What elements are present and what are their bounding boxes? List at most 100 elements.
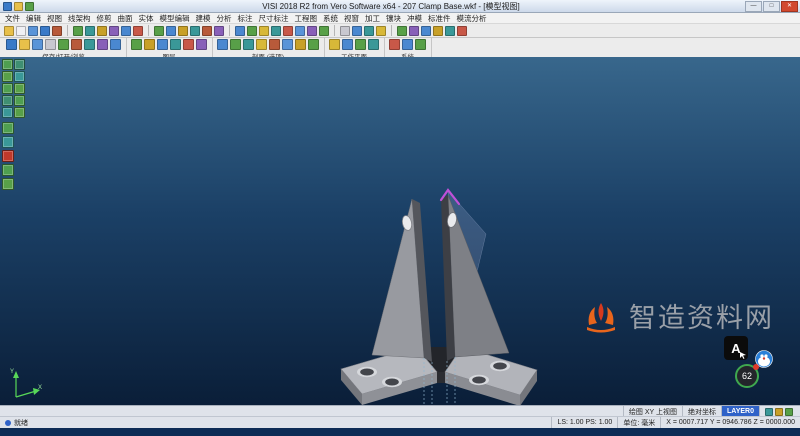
toolbar-icon[interactable]: [340, 26, 350, 36]
toolbar-icon[interactable]: [364, 26, 374, 36]
toolbar-icon[interactable]: [45, 39, 56, 50]
minimize-button[interactable]: —: [745, 1, 762, 12]
palette-icon[interactable]: [2, 59, 13, 70]
toolbar-icon[interactable]: [415, 39, 426, 50]
menu-item[interactable]: 模型编辑: [157, 13, 193, 24]
palette-icon[interactable]: [2, 150, 14, 162]
toolbar-icon[interactable]: [457, 26, 467, 36]
palette-icon[interactable]: [2, 95, 13, 106]
menu-item[interactable]: 冲模: [404, 13, 425, 24]
status-units[interactable]: 单位: 毫米: [617, 417, 660, 428]
menu-item[interactable]: 视图: [44, 13, 65, 24]
toolbar-icon[interactable]: [110, 39, 121, 50]
toolbar-icon[interactable]: [97, 26, 107, 36]
toolbar-icon[interactable]: [85, 26, 95, 36]
toolbar-icon[interactable]: [307, 26, 317, 36]
toolbar-icon[interactable]: [32, 39, 43, 50]
toolbar-icon[interactable]: [433, 26, 443, 36]
menu-item[interactable]: 视窗: [341, 13, 362, 24]
toolbar-icon[interactable]: [170, 39, 181, 50]
toolbar-icon[interactable]: [230, 39, 241, 50]
toolbar-icon[interactable]: [73, 26, 83, 36]
menu-item[interactable]: 修剪: [94, 13, 115, 24]
toolbar-icon[interactable]: [282, 39, 293, 50]
toolbar-icon[interactable]: [355, 39, 366, 50]
status-icon[interactable]: [775, 408, 783, 416]
menu-item[interactable]: 系统: [320, 13, 341, 24]
toolbar-icon[interactable]: [214, 26, 224, 36]
toolbar-icon[interactable]: [283, 26, 293, 36]
toolbar-icon[interactable]: [295, 26, 305, 36]
toolbar-icon[interactable]: [295, 39, 306, 50]
menu-item[interactable]: 分析: [214, 13, 235, 24]
toolbar-icon[interactable]: [235, 26, 245, 36]
toolbar-icon[interactable]: [308, 39, 319, 50]
toolbar-icon[interactable]: [269, 39, 280, 50]
palette-icon[interactable]: [14, 71, 25, 82]
menu-item[interactable]: 编辑: [23, 13, 44, 24]
toolbar-icon[interactable]: [109, 26, 119, 36]
toolbar-icon[interactable]: [183, 39, 194, 50]
model-3d-view[interactable]: Y X: [0, 57, 800, 406]
toolbar-icon[interactable]: [52, 26, 62, 36]
model-right-gusset[interactable]: [441, 190, 509, 361]
menu-item[interactable]: 线架构: [65, 13, 94, 24]
model-left-gusset[interactable]: [372, 199, 432, 362]
toolbar-icon[interactable]: [190, 26, 200, 36]
menu-item[interactable]: 标注: [235, 13, 256, 24]
palette-icon[interactable]: [14, 95, 25, 106]
toolbar-icon[interactable]: [243, 39, 254, 50]
toolbar-icon[interactable]: [131, 39, 142, 50]
menu-item[interactable]: 曲面: [115, 13, 136, 24]
toolbar-icon[interactable]: [121, 26, 131, 36]
save-icon[interactable]: [14, 2, 23, 11]
toolbar-icon[interactable]: [4, 26, 14, 36]
menu-item[interactable]: 建模: [193, 13, 214, 24]
palette-icon[interactable]: [14, 107, 25, 118]
toolbar-icon[interactable]: [19, 39, 30, 50]
palette-icon[interactable]: [2, 178, 14, 190]
toolbar-icon[interactable]: [40, 26, 50, 36]
status-icon[interactable]: [785, 408, 793, 416]
toolbar-icon[interactable]: [402, 39, 413, 50]
toolbar-icon[interactable]: [166, 26, 176, 36]
open-icon[interactable]: [25, 2, 34, 11]
status-icon[interactable]: [765, 408, 773, 416]
palette-icon[interactable]: [2, 164, 14, 176]
menu-item[interactable]: 加工: [362, 13, 383, 24]
toolbar-icon[interactable]: [247, 26, 257, 36]
toolbar-icon[interactable]: [271, 26, 281, 36]
counter-badge[interactable]: 62: [735, 364, 759, 388]
toolbar-icon[interactable]: [157, 39, 168, 50]
toolbar-icon[interactable]: [421, 26, 431, 36]
toolbar-icon[interactable]: [16, 26, 26, 36]
toolbar-icon[interactable]: [376, 26, 386, 36]
app-icon[interactable]: [3, 2, 12, 11]
ime-indicator[interactable]: A: [724, 336, 748, 360]
toolbar-icon[interactable]: [71, 39, 82, 50]
toolbar-icon[interactable]: [445, 26, 455, 36]
toolbar-icon[interactable]: [259, 26, 269, 36]
toolbar-icon[interactable]: [256, 39, 267, 50]
toolbar-icon[interactable]: [352, 26, 362, 36]
model-base[interactable]: [341, 347, 537, 406]
close-button[interactable]: ✕: [781, 1, 798, 12]
viewport[interactable]: Y X 智造资料网 A: [0, 57, 800, 406]
palette-icon[interactable]: [2, 107, 13, 118]
toolbar-icon[interactable]: [144, 39, 155, 50]
toolbar-icon[interactable]: [178, 26, 188, 36]
palette-icon[interactable]: [2, 136, 14, 148]
toolbar-icon[interactable]: [84, 39, 95, 50]
toolbar-icon[interactable]: [133, 26, 143, 36]
toolbar-icon[interactable]: [217, 39, 228, 50]
toolbar-icon[interactable]: [202, 26, 212, 36]
toolbar-icon[interactable]: [154, 26, 164, 36]
toolbar-icon[interactable]: [28, 26, 38, 36]
toolbar-icon[interactable]: [6, 39, 17, 50]
menu-item[interactable]: 镶块: [383, 13, 404, 24]
menu-item[interactable]: 工程图: [292, 13, 321, 24]
toolbar-icon[interactable]: [319, 26, 329, 36]
palette-icon[interactable]: [2, 83, 13, 94]
toolbar-icon[interactable]: [97, 39, 108, 50]
menu-item[interactable]: 标准件: [425, 13, 454, 24]
